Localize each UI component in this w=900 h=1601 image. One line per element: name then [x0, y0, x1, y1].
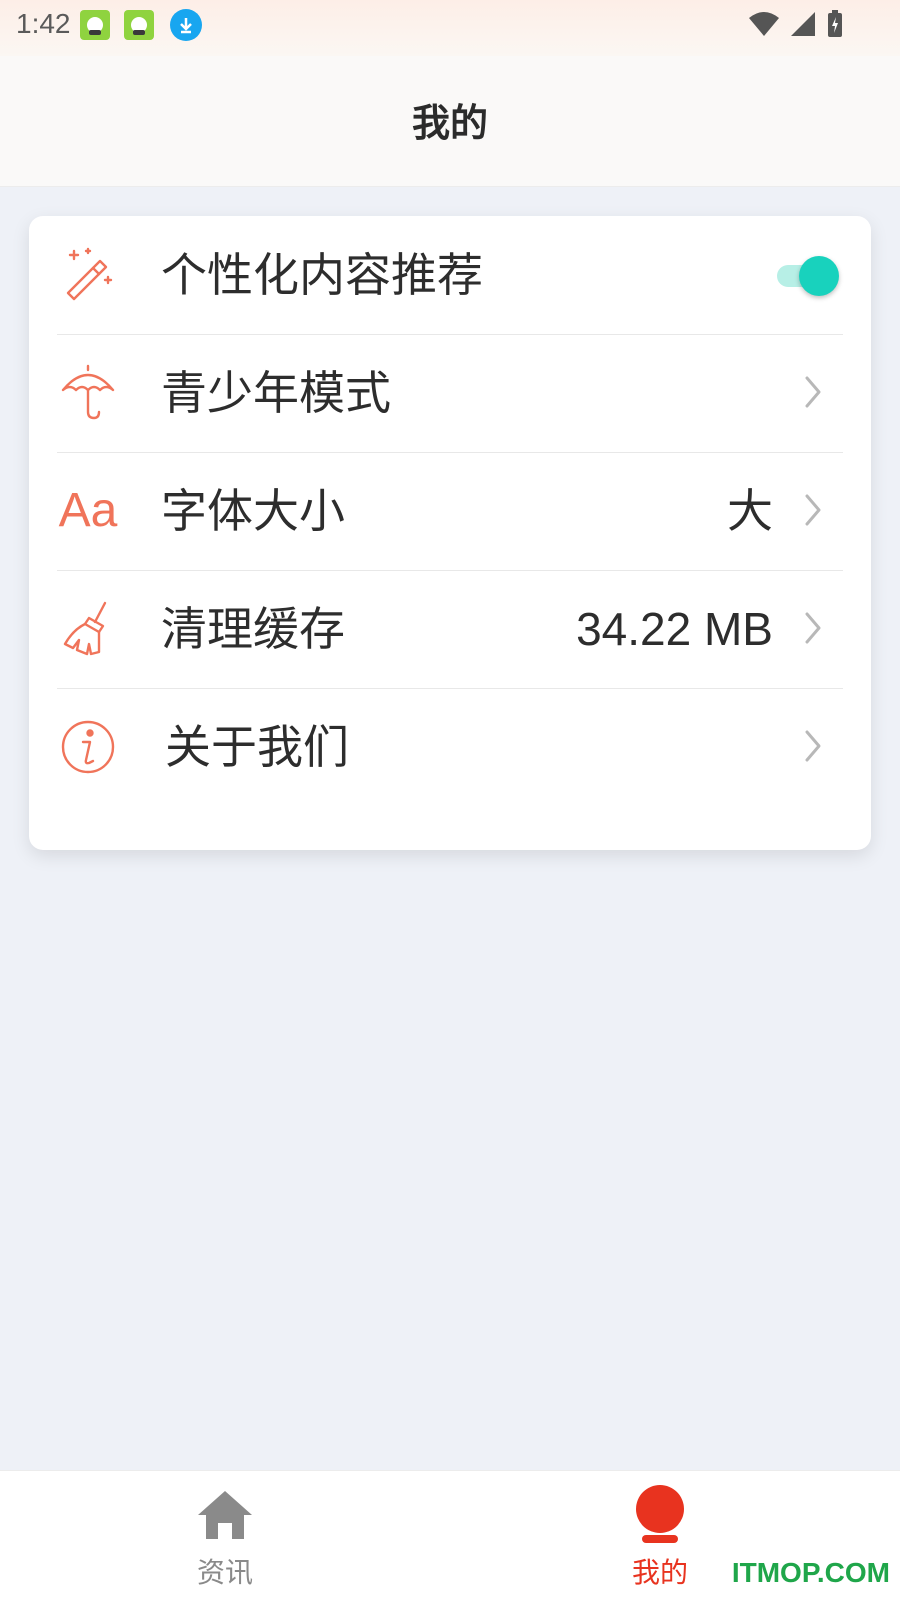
page-title: 我的 — [411, 101, 488, 145]
umbrella-icon — [59, 364, 117, 422]
tab-news[interactable]: 资讯 — [165, 1485, 285, 1595]
status-indicators — [748, 10, 844, 38]
tab-label: 资讯 — [196, 1556, 253, 1589]
row-label: 清理缓存 — [161, 602, 345, 656]
about-us-row[interactable]: 关于我们 — [57, 688, 843, 806]
tab-label: 我的 — [631, 1556, 688, 1589]
chevron-right-icon — [795, 728, 831, 764]
wifi-icon — [749, 12, 779, 36]
chevron-right-icon — [795, 374, 831, 410]
row-label: 字体大小 — [161, 484, 345, 538]
chevron-right-icon — [795, 492, 831, 528]
row-label: 个性化内容推荐 — [161, 248, 483, 302]
download-icon — [170, 9, 202, 41]
row-label: 青少年模式 — [161, 366, 391, 420]
signal-icon — [791, 12, 815, 36]
settings-card: 个性化内容推荐 青少年模式 Aa 字体大小 大 清理缓存 34.22 MB 关于… — [29, 216, 871, 850]
home-icon — [195, 1485, 255, 1545]
bottom-nav: 资讯 我的 ITMOP.COM — [0, 1470, 900, 1601]
broom-icon — [59, 600, 117, 658]
watermark: ITMOP.COM — [731, 1557, 890, 1588]
magic-wand-icon — [59, 246, 117, 304]
clear-cache-row[interactable]: 清理缓存 34.22 MB — [57, 570, 843, 689]
chevron-right-icon — [795, 610, 831, 646]
app-notification-icon — [124, 10, 154, 40]
font-size-value: 大 — [727, 485, 773, 537]
info-icon — [59, 718, 117, 776]
profile-icon — [630, 1485, 690, 1545]
font-size-row[interactable]: Aa 字体大小 大 — [57, 452, 843, 571]
cache-size-value: 34.22 MB — [576, 603, 773, 655]
header: 我的 — [0, 56, 900, 187]
status-time: 1:42 — [16, 8, 71, 39]
tab-mine[interactable]: 我的 — [600, 1485, 720, 1595]
font-size-icon: Aa — [58, 484, 118, 537]
personalized-recommendation-row[interactable]: 个性化内容推荐 — [57, 216, 843, 335]
status-bar: 1:42 — [0, 0, 900, 56]
app-notification-icon — [80, 10, 110, 40]
teen-mode-row[interactable]: 青少年模式 — [57, 334, 843, 453]
battery-icon — [828, 10, 842, 37]
personalized-recommendation-toggle[interactable] — [775, 256, 839, 296]
row-label: 关于我们 — [165, 720, 349, 774]
